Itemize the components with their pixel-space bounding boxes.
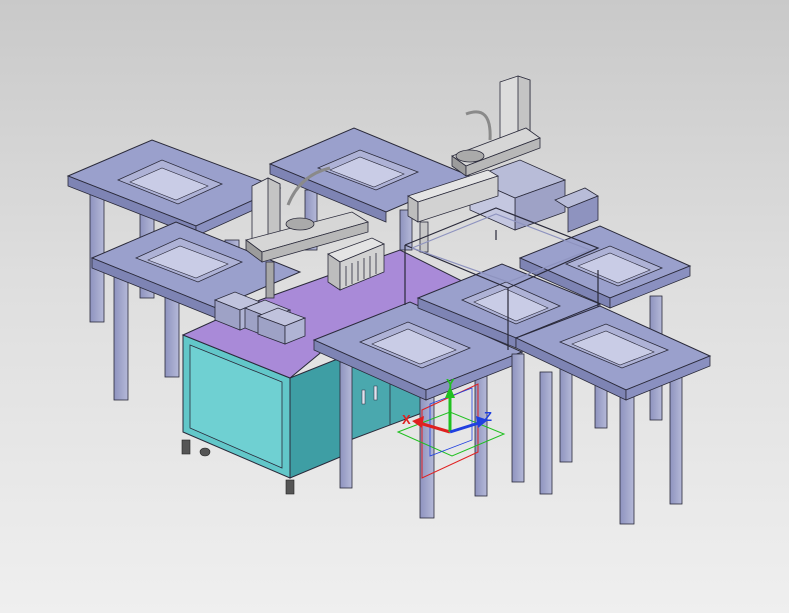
table-right-front[interactable] (514, 305, 712, 525)
robot-joint (455, 149, 485, 163)
scara-robot-right[interactable] (451, 75, 541, 177)
cad-viewport[interactable]: X Y Z (0, 0, 789, 613)
robot-cable (465, 110, 492, 141)
door-handle (373, 385, 378, 401)
assembly-scene: X Y Z (66, 75, 712, 525)
door-handle (361, 389, 366, 405)
x-axis-label: X (402, 412, 411, 427)
robot-z-shaft (265, 261, 275, 299)
y-axis-label: Y (446, 376, 455, 391)
cabinet-side (289, 355, 346, 479)
z-axis-label: Z (484, 409, 492, 424)
robot-joint (285, 217, 315, 231)
